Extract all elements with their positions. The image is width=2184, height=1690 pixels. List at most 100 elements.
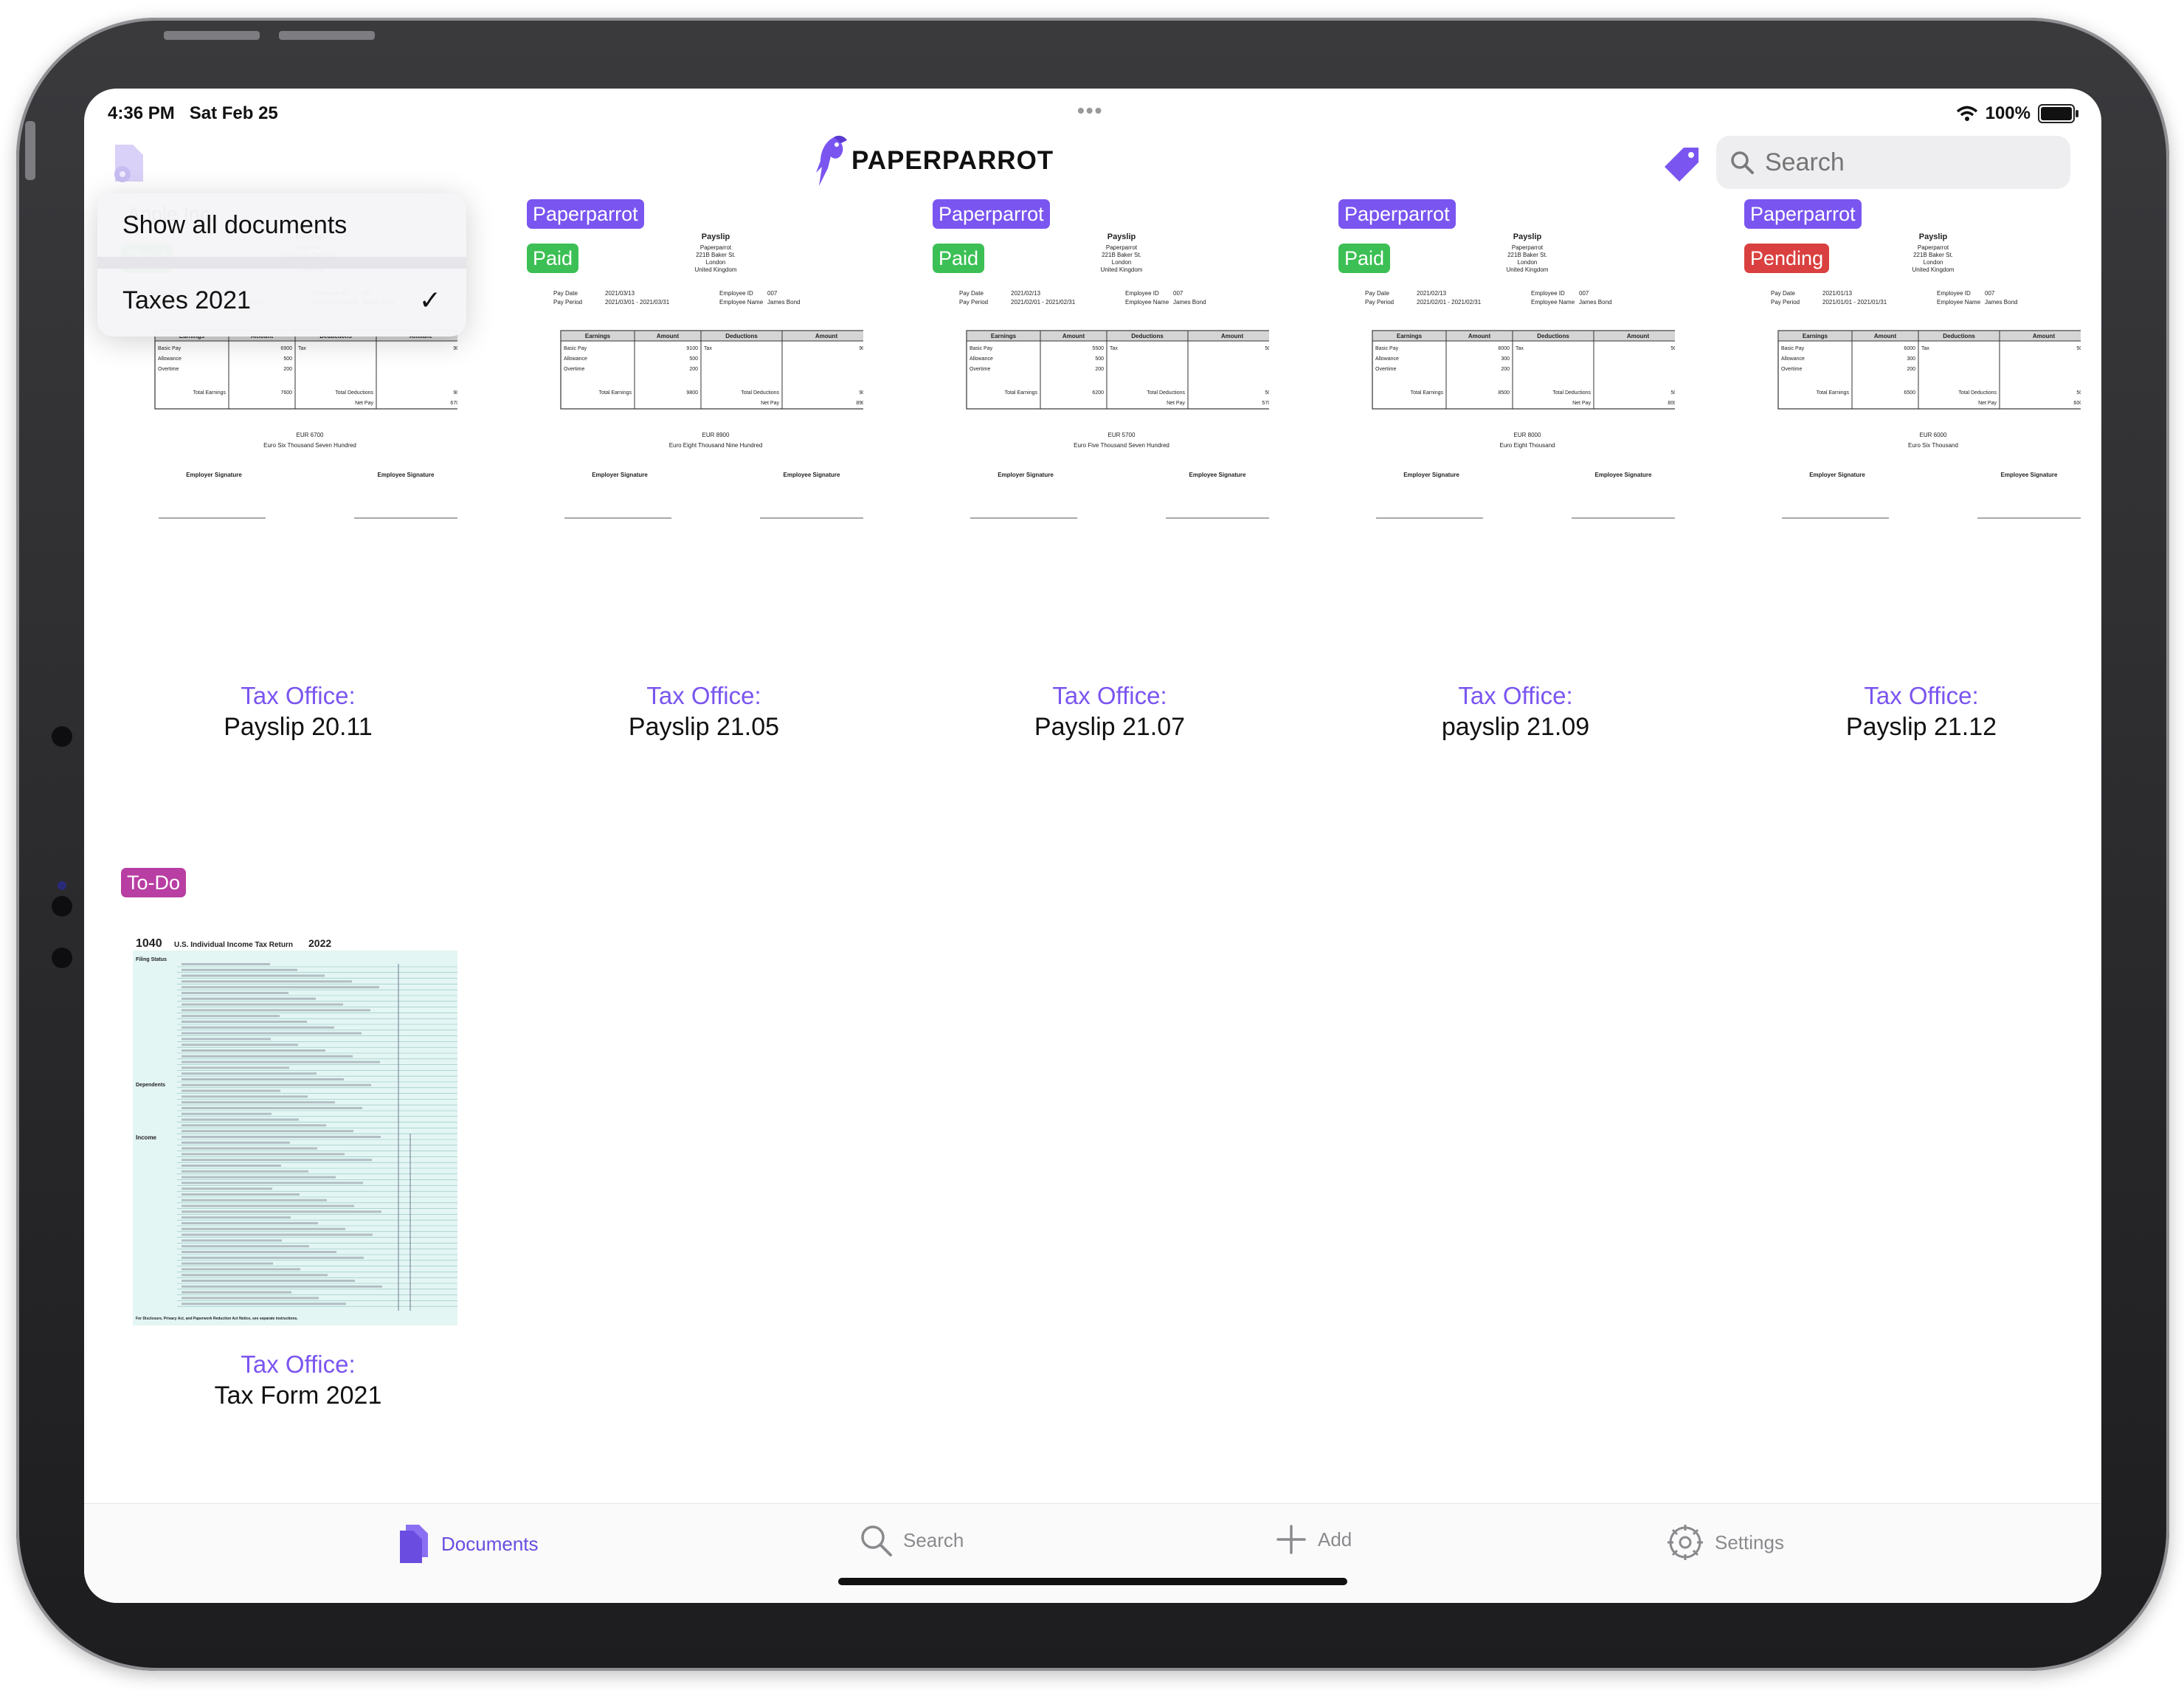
search-input[interactable] bbox=[1763, 147, 2047, 178]
multitask-dots[interactable]: ••• bbox=[1077, 99, 1103, 123]
preview-text: Amount bbox=[657, 333, 680, 339]
preview-text: Basic Pay bbox=[158, 346, 182, 351]
preview-text: 200 bbox=[1095, 367, 1104, 372]
menu-item-show-all[interactable]: Show all documents bbox=[97, 193, 466, 257]
preview-text: Total Deductions bbox=[335, 390, 373, 396]
preview-text: 900 bbox=[859, 390, 863, 396]
preview-text: EUR 6700 bbox=[297, 432, 324, 438]
form-line-text bbox=[182, 1044, 298, 1046]
form-line-text bbox=[182, 1297, 319, 1300]
preview-text: Allowance bbox=[970, 356, 993, 362]
form-line-text bbox=[182, 1130, 353, 1133]
document-folder: Tax Office: bbox=[241, 1351, 356, 1378]
form-line-text bbox=[182, 1193, 300, 1196]
time-text: 4:36 PM bbox=[108, 103, 175, 123]
document-thumbnail[interactable]: Payslip Paperparrot 221B Baker St. London Un… bbox=[1756, 224, 2089, 652]
org-tag[interactable]: To-Do bbox=[121, 868, 187, 897]
preview-text: 2021/03/01 - 2021/03/31 bbox=[605, 299, 670, 306]
preview-text: Deductions bbox=[1943, 333, 1975, 339]
preview-text: United Kingdom bbox=[1912, 266, 1955, 273]
home-indicator[interactable] bbox=[838, 1578, 1347, 1585]
document-thumbnail[interactable]: Payslip Paperparrot 221B Baker St. London Un… bbox=[1350, 224, 1683, 652]
tab-add[interactable]: Add bbox=[1275, 1523, 1352, 1556]
preview-text: Allowance bbox=[158, 356, 182, 362]
search-icon bbox=[861, 1525, 892, 1556]
preview-text: EUR 8000 bbox=[1514, 432, 1541, 438]
form-line-text bbox=[182, 974, 325, 977]
search-bar[interactable] bbox=[1716, 136, 2070, 189]
tab-documents[interactable]: Documents bbox=[397, 1523, 539, 1565]
form-line-text bbox=[182, 1170, 308, 1173]
preview-text: 1040 bbox=[136, 937, 162, 950]
gear-icon bbox=[1668, 1525, 1703, 1560]
preview-text: Net Pay bbox=[1572, 401, 1591, 406]
preview-text: Tax bbox=[1516, 346, 1524, 351]
document-folder: Tax Office: bbox=[1052, 682, 1167, 709]
preview-text: Employee Signature bbox=[784, 472, 840, 478]
document-thumbnail[interactable]: Payslip Paperparrot 221B Baker St. London Un… bbox=[944, 224, 1277, 652]
preview-text: Income bbox=[136, 1134, 157, 1141]
document-title: Payslip 21.12 bbox=[1845, 713, 1997, 741]
preview-text: 221B Baker St. bbox=[696, 252, 736, 258]
camera-dot bbox=[52, 896, 72, 917]
form-line-text bbox=[182, 1210, 381, 1213]
preview-text: Amount bbox=[815, 333, 838, 339]
form-line-text bbox=[182, 1268, 300, 1271]
form-line-text bbox=[182, 1049, 325, 1052]
preview-text: Employee Signature bbox=[378, 472, 435, 478]
preview-text: Earnings bbox=[585, 333, 611, 339]
volume-button bbox=[25, 121, 35, 180]
battery-fill bbox=[2041, 107, 2072, 120]
document-thumbnail[interactable]: Payslip Paperparrot 221B Baker St. London Un… bbox=[539, 224, 871, 652]
preview-text: U.S. Individual Income Tax Return bbox=[174, 941, 293, 949]
form-line-text bbox=[182, 1198, 327, 1201]
document-title: payslip 21.09 bbox=[1441, 713, 1590, 741]
preview-text: Pay Date bbox=[1771, 290, 1795, 297]
form-line-text bbox=[182, 1216, 291, 1219]
preview-text: Euro Five Thousand Seven Hundred bbox=[1074, 442, 1169, 449]
tab-label: Documents bbox=[441, 1532, 539, 1555]
preview-text: 2022 bbox=[308, 937, 331, 949]
preview-text: Total Deductions bbox=[1552, 390, 1591, 396]
tab-settings[interactable]: Settings bbox=[1666, 1523, 1784, 1562]
tag-icon[interactable] bbox=[1662, 145, 1701, 184]
form-line-text bbox=[182, 1147, 317, 1150]
preview-text: Allowance bbox=[1375, 356, 1399, 362]
document-folder: Tax Office: bbox=[646, 682, 761, 709]
document-card[interactable]: Paperparrot Paid Payslip Paperparrot 221B Ba… bbox=[1331, 199, 1700, 849]
preview-text: Overtime bbox=[970, 367, 991, 372]
preview-text: Amount bbox=[1874, 333, 1897, 339]
documents-gear-icon[interactable] bbox=[111, 142, 149, 188]
preview-text: Employer Signature bbox=[1809, 472, 1865, 478]
form-line-text bbox=[182, 1251, 336, 1253]
preview-text: EUR 6000 bbox=[1920, 432, 1947, 438]
form-line-text bbox=[182, 1136, 381, 1138]
preview-text: Basic Pay bbox=[1781, 346, 1805, 351]
menu-item-taxes-2021[interactable]: Taxes 2021 ✓ bbox=[97, 269, 466, 332]
document-thumbnail[interactable]: 1040 U.S. Individual Income Tax Return 202… bbox=[133, 934, 457, 1362]
preview-text: 5700 bbox=[1262, 401, 1269, 406]
preview-text: 8000 bbox=[1498, 346, 1510, 351]
tab-search[interactable]: Search bbox=[859, 1523, 964, 1557]
document-card[interactable]: Paperparrot Paid Payslip Paperparrot 221B Ba… bbox=[925, 199, 1294, 849]
preview-text: Employer Signature bbox=[1403, 472, 1459, 478]
document-card[interactable]: Paperparrot Paid Payslip Paperparrot 221B Ba… bbox=[519, 199, 888, 849]
preview-text: 5500 bbox=[1092, 346, 1104, 351]
document-card[interactable]: Paperparrot Pending Payslip Paperparrot 221B… bbox=[1737, 199, 2101, 849]
preview-text: Pay Period bbox=[1771, 299, 1800, 306]
document-card[interactable]: To-Do 1040 U.S. Individual Income Tax Retu… bbox=[114, 868, 483, 1517]
preview-text: Earnings bbox=[991, 333, 1017, 339]
preview-text: Total Deductions bbox=[1147, 390, 1185, 396]
tab-label: Search bbox=[903, 1528, 964, 1551]
preview-text: 200 bbox=[1907, 367, 1915, 372]
tab-label: Add bbox=[1318, 1528, 1352, 1551]
payslip-table bbox=[966, 330, 1277, 410]
preview-text: Employee ID bbox=[1937, 290, 1971, 297]
tab-bar: Documents Search Add Settings bbox=[84, 1503, 2101, 1603]
form-line-text bbox=[182, 1153, 345, 1156]
preview-text: 500 bbox=[689, 356, 698, 362]
preview-text: Pay Date bbox=[959, 290, 984, 297]
preview-text: 500 bbox=[1265, 390, 1269, 396]
status-bar: 4:36 PM Sat Feb 25 ••• 100% bbox=[84, 97, 2101, 127]
preview-text: 007 bbox=[767, 290, 778, 297]
